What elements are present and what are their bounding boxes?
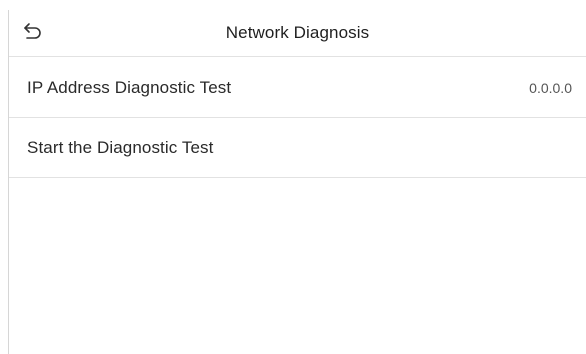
start-diagnostic-test-item[interactable]: Start the Diagnostic Test [9, 118, 586, 178]
start-diagnostic-test-label: Start the Diagnostic Test [27, 137, 214, 157]
network-diagnosis-screen: Network Diagnosis IP Address Diagnostic … [8, 10, 586, 354]
header-bar: Network Diagnosis [9, 10, 586, 57]
ip-address-value: 0.0.0.0 [529, 79, 572, 96]
back-button[interactable] [21, 21, 45, 45]
ip-address-diagnostic-test-label: IP Address Diagnostic Test [27, 77, 232, 97]
back-arrow-icon [23, 22, 43, 45]
ip-address-diagnostic-test-item[interactable]: IP Address Diagnostic Test 0.0.0.0 [9, 58, 586, 118]
page-title: Network Diagnosis [225, 23, 370, 42]
